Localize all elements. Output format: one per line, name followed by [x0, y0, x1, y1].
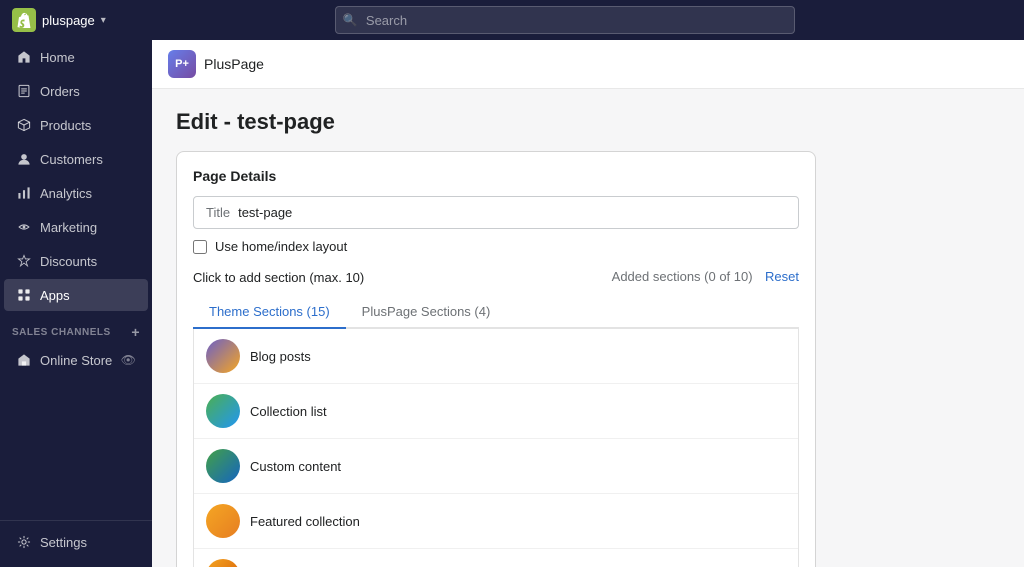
added-sections-area: Added sections (0 of 10) Reset — [612, 268, 799, 286]
checkbox-label: Use home/index layout — [215, 239, 347, 254]
sidebar: Home Orders Products Customers Analytics — [0, 40, 152, 567]
tab-pluspage-sections[interactable]: PlusPage Sections (4) — [346, 296, 507, 329]
store-icon — [16, 352, 32, 368]
main-layout: Home Orders Products Customers Analytics — [0, 40, 1024, 567]
sidebar-item-home[interactable]: Home — [4, 41, 148, 73]
section-avatar-featured-collection — [206, 504, 240, 538]
sidebar-item-settings-label: Settings — [40, 535, 87, 550]
brand-name: pluspage — [42, 13, 95, 28]
app-header: P+ PlusPage — [152, 40, 1024, 89]
eye-icon[interactable]: 👁 — [121, 353, 136, 367]
sections-list: Blog posts Collection list Custom conten… — [193, 329, 799, 567]
reset-link[interactable]: Reset — [765, 269, 799, 284]
settings-icon — [16, 534, 32, 550]
sidebar-bottom: Settings — [0, 520, 152, 559]
page-details-card: Page Details Title test-page Use home/in… — [176, 151, 816, 567]
tabs: Theme Sections (15) PlusPage Sections (4… — [193, 296, 799, 329]
app-logo: P+ — [168, 50, 196, 78]
sidebar-item-marketing[interactable]: Marketing — [4, 211, 148, 243]
sidebar-item-orders-label: Orders — [40, 84, 80, 99]
section-item-blog-posts[interactable]: Blog posts — [194, 329, 798, 384]
orders-icon — [16, 83, 32, 99]
section-avatar-custom-content — [206, 449, 240, 483]
sidebar-item-online-store[interactable]: Online Store 👁 — [4, 345, 148, 375]
content-area: P+ PlusPage Edit - test-page Page Detail… — [152, 40, 1024, 567]
search-bar: 🔍 — [335, 6, 795, 34]
section-avatar-blog-posts — [206, 339, 240, 373]
sales-channels-label: SALES CHANNELS — [12, 327, 111, 338]
sidebar-item-analytics-label: Analytics — [40, 186, 92, 201]
added-sections: Added sections (0 of 10) — [612, 269, 753, 284]
customers-icon — [16, 151, 32, 167]
tab-theme-sections[interactable]: Theme Sections (15) — [193, 296, 346, 329]
apps-icon — [16, 287, 32, 303]
app-name: PlusPage — [204, 56, 264, 72]
click-to-add: Click to add section (max. 10) — [193, 270, 364, 285]
section-name-blog-posts: Blog posts — [250, 349, 311, 364]
products-icon — [16, 117, 32, 133]
section-name-featured-collection: Featured collection — [250, 514, 360, 529]
shopify-icon — [12, 8, 36, 32]
section-item-custom-content[interactable]: Custom content — [194, 439, 798, 494]
sidebar-item-analytics[interactable]: Analytics — [4, 177, 148, 209]
sidebar-item-discounts-label: Discounts — [40, 254, 97, 269]
brand-logo[interactable]: pluspage ▾ — [12, 8, 106, 32]
card-title: Page Details — [193, 168, 799, 184]
sidebar-item-discounts[interactable]: Discounts — [4, 245, 148, 277]
online-store-label: Online Store — [40, 353, 112, 368]
analytics-icon — [16, 185, 32, 201]
sidebar-item-customers-label: Customers — [40, 152, 103, 167]
section-item-featured-collection[interactable]: Featured collection — [194, 494, 798, 549]
sidebar-item-products-label: Products — [40, 118, 91, 133]
sidebar-item-marketing-label: Marketing — [40, 220, 97, 235]
section-avatar-collection-list — [206, 394, 240, 428]
sidebar-item-home-label: Home — [40, 50, 75, 65]
online-store-left: Online Store — [16, 352, 112, 368]
page-title: Edit - test-page — [176, 109, 1000, 135]
add-channel-icon[interactable]: + — [131, 324, 140, 340]
section-name-custom-content: Custom content — [250, 459, 341, 474]
sidebar-item-apps-label: Apps — [40, 288, 70, 303]
section-avatar-featured-product — [206, 559, 240, 567]
marketing-icon — [16, 219, 32, 235]
section-header: Click to add section (max. 10) Added sec… — [193, 268, 799, 286]
sidebar-item-orders[interactable]: Orders — [4, 75, 148, 107]
search-input[interactable] — [335, 6, 795, 34]
title-value: test-page — [238, 205, 292, 220]
section-item-collection-list[interactable]: Collection list — [194, 384, 798, 439]
home-layout-checkbox[interactable] — [193, 240, 207, 254]
search-icon: 🔍 — [343, 13, 358, 27]
section-item-featured-product[interactable]: Featured product — [194, 549, 798, 567]
home-icon — [16, 49, 32, 65]
sidebar-item-customers[interactable]: Customers — [4, 143, 148, 175]
section-name-collection-list: Collection list — [250, 404, 327, 419]
title-label: Title — [206, 205, 230, 220]
top-navigation: pluspage ▾ 🔍 — [0, 0, 1024, 40]
sidebar-item-products[interactable]: Products — [4, 109, 148, 141]
chevron-down-icon: ▾ — [101, 15, 106, 26]
sales-channels-section: SALES CHANNELS + — [0, 312, 152, 344]
title-field[interactable]: Title test-page — [193, 196, 799, 229]
checkbox-row: Use home/index layout — [193, 239, 799, 254]
sidebar-item-apps[interactable]: Apps — [4, 279, 148, 311]
page-content: Edit - test-page Page Details Title test… — [152, 89, 1024, 567]
discounts-icon — [16, 253, 32, 269]
sidebar-item-settings[interactable]: Settings — [4, 526, 148, 558]
